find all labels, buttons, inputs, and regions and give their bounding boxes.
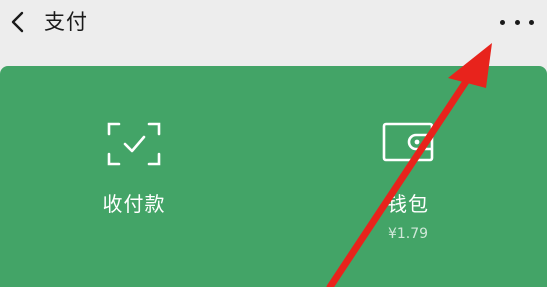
scan-check-icon xyxy=(107,122,161,170)
page-title: 支付 xyxy=(44,10,88,34)
top-bar: 支付 xyxy=(0,0,547,46)
more-dot xyxy=(500,19,505,25)
pay-card: 收付款 钱包 ¥1.79 xyxy=(0,66,547,287)
wallet-icon xyxy=(382,122,434,168)
collect-payment-button[interactable]: 收付款 xyxy=(24,66,244,287)
more-horizontal-icon[interactable] xyxy=(500,10,534,34)
wallet-button[interactable]: 钱包 ¥1.79 xyxy=(298,66,518,287)
more-dot xyxy=(514,19,520,25)
collect-payment-label: 收付款 xyxy=(102,192,166,216)
wallet-label: 钱包 xyxy=(387,192,429,216)
wallet-balance: ¥1.79 xyxy=(387,226,429,242)
more-dot xyxy=(529,19,534,25)
back-chevron-icon[interactable] xyxy=(6,9,28,35)
